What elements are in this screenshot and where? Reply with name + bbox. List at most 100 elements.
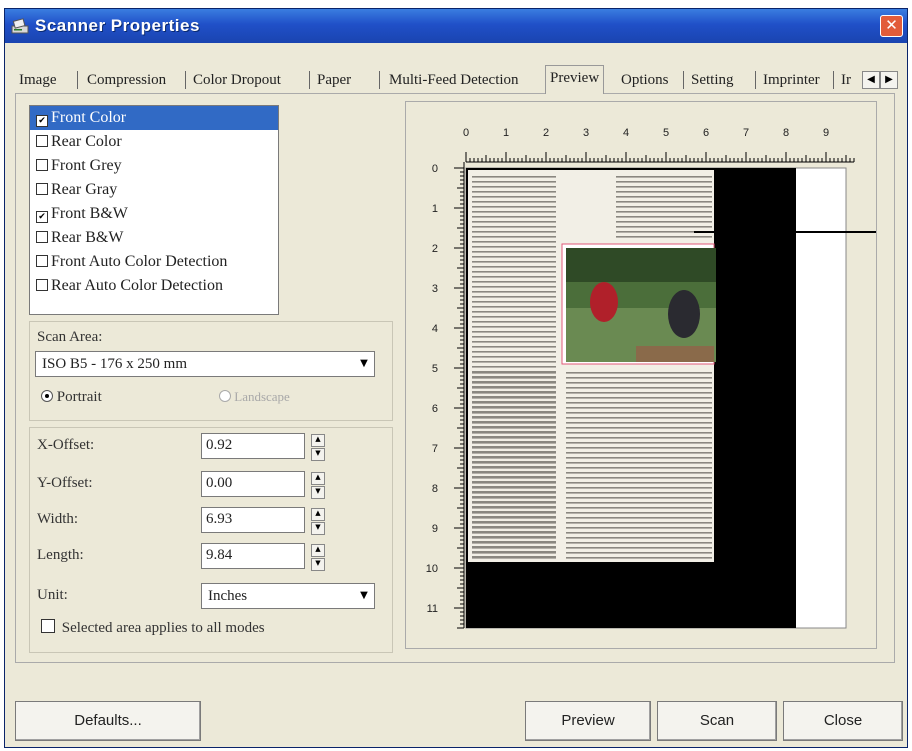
list-item-rear-gray[interactable]: Rear Gray [30, 178, 278, 202]
tab-setting[interactable]: Setting [687, 69, 738, 91]
unit-select[interactable]: Inches ▼ [201, 583, 375, 609]
page-text-line [472, 397, 556, 399]
arrow-down-icon[interactable]: ▼ [311, 448, 325, 461]
photo-trees [566, 248, 716, 282]
tab-imprinter[interactable]: Imprinter [759, 69, 824, 91]
page-text-line [472, 477, 556, 479]
page-text-line [472, 176, 556, 178]
close-button[interactable]: Close [783, 701, 903, 741]
chevron-down-icon: ▼ [360, 358, 368, 369]
tab-truncated[interactable]: Ir [837, 69, 855, 91]
vertical-ruler: 0 1 2 3 4 5 6 7 8 9 10 11 [426, 162, 465, 629]
page-text-line [472, 196, 556, 198]
page-text-line [566, 467, 712, 469]
page-text-line [472, 256, 556, 258]
radio-button[interactable] [41, 390, 53, 402]
page-text-line [616, 211, 712, 213]
page-text-line [472, 442, 556, 444]
scan-area-select[interactable]: ISO B5 - 176 x 250 mm ▼ [35, 351, 375, 377]
image-type-list[interactable]: ✔ Front Color Rear Color Front Grey Rear … [29, 105, 279, 315]
ruler-x-label: 9 [823, 127, 829, 139]
page-text-line [472, 236, 556, 238]
list-item-front-grey[interactable]: Front Grey [30, 154, 278, 178]
page-text-line [566, 502, 712, 504]
checkbox[interactable]: ✔ [36, 211, 48, 223]
checkbox[interactable] [36, 279, 48, 291]
preview-area: 0 1 2 3 4 5 6 7 8 9 0 1 2 3 4 5 6 7 8 9 10 11 [405, 101, 912, 649]
list-item-front-bw[interactable]: ✔ Front B&W [30, 202, 278, 226]
list-item-rear-color[interactable]: Rear Color [30, 130, 278, 154]
preview-canvas[interactable]: 0 1 2 3 4 5 6 7 8 9 0 1 2 3 4 5 6 7 8 9 10 11 [406, 102, 912, 648]
page-text-line [472, 286, 556, 288]
tab-scroll-left-button[interactable]: ◀ [862, 71, 880, 89]
apply-all-checkbox[interactable]: Selected area applies to all modes [41, 619, 265, 637]
x-offset-stepper[interactable]: ▲ ▼ [311, 434, 325, 461]
checkbox[interactable] [41, 619, 55, 633]
checkbox[interactable] [36, 135, 48, 147]
ruler-x-label: 6 [703, 127, 709, 139]
y-offset-field[interactable]: 0.00 [201, 471, 305, 497]
page-text-line [472, 492, 556, 494]
width-stepper[interactable]: ▲ ▼ [311, 508, 325, 535]
scan-button[interactable]: Scan [657, 701, 777, 741]
arrow-down-icon[interactable]: ▼ [311, 486, 325, 499]
page-text-line [472, 351, 556, 353]
checkbox[interactable] [36, 183, 48, 195]
arrow-up-icon[interactable]: ▲ [311, 508, 325, 521]
arrow-up-icon[interactable]: ▲ [311, 544, 325, 557]
page-text-line [472, 181, 556, 183]
page-text-line [616, 176, 712, 178]
list-item-rear-bw[interactable]: Rear B&W [30, 226, 278, 250]
width-field[interactable]: 6.93 [201, 507, 305, 533]
length-field[interactable]: 9.84 [201, 543, 305, 569]
page-text-line [566, 432, 712, 434]
page-text-line [472, 457, 556, 459]
tab-options[interactable]: Options [617, 69, 673, 91]
tab-divider [77, 71, 78, 89]
portrait-radio[interactable]: Portrait [41, 389, 102, 406]
page-text-line [472, 427, 556, 429]
page-text-line [472, 261, 556, 263]
list-item-front-color[interactable]: ✔ Front Color [30, 106, 278, 130]
arrow-up-icon[interactable]: ▲ [311, 472, 325, 485]
x-offset-label: X-Offset: [37, 437, 95, 453]
tab-paper[interactable]: Paper [313, 69, 355, 91]
list-item-front-auto-color[interactable]: Front Auto Color Detection [30, 250, 278, 274]
page-text-line [472, 216, 556, 218]
page-text-line [472, 517, 556, 519]
checkbox[interactable] [36, 231, 48, 243]
page-text-line [616, 216, 712, 218]
page-text-line [566, 522, 712, 524]
tab-compression[interactable]: Compression [83, 69, 170, 91]
preview-button[interactable]: Preview [525, 701, 651, 741]
page-text-line [472, 552, 556, 554]
checkbox[interactable] [36, 255, 48, 267]
title-bar[interactable]: Scanner Properties ✕ [5, 9, 907, 43]
tab-preview[interactable]: Preview [545, 65, 605, 94]
page-text-line [472, 522, 556, 524]
arrow-down-icon[interactable]: ▼ [311, 522, 325, 535]
checkbox[interactable] [36, 159, 48, 171]
ruler-x-label: 0 [463, 127, 469, 139]
list-item-rear-auto-color[interactable]: Rear Auto Color Detection [30, 274, 278, 298]
length-stepper[interactable]: ▲ ▼ [311, 544, 325, 571]
tab-multi-feed-detection[interactable]: Multi-Feed Detection [385, 69, 523, 91]
arrow-up-icon[interactable]: ▲ [311, 434, 325, 447]
tab-color-dropout[interactable]: Color Dropout [189, 69, 285, 91]
page-text-line [472, 527, 556, 529]
ruler-x-label: 3 [583, 127, 589, 139]
tab-image[interactable]: Image [15, 69, 60, 91]
page-text-line [566, 447, 712, 449]
photo-figure-dark [668, 290, 700, 338]
landscape-radio[interactable]: Landscape [219, 389, 290, 405]
defaults-button[interactable]: Defaults... [15, 701, 201, 741]
x-offset-field[interactable]: 0.92 [201, 433, 305, 459]
arrow-down-icon[interactable]: ▼ [311, 558, 325, 571]
page-text-line [472, 296, 556, 298]
tab-scroll-right-button[interactable]: ▶ [880, 71, 898, 89]
checkbox[interactable]: ✔ [36, 115, 48, 127]
page-text-line [566, 412, 712, 414]
y-offset-stepper[interactable]: ▲ ▼ [311, 472, 325, 499]
close-window-button[interactable]: ✕ [880, 15, 903, 37]
radio-button[interactable] [219, 390, 231, 402]
